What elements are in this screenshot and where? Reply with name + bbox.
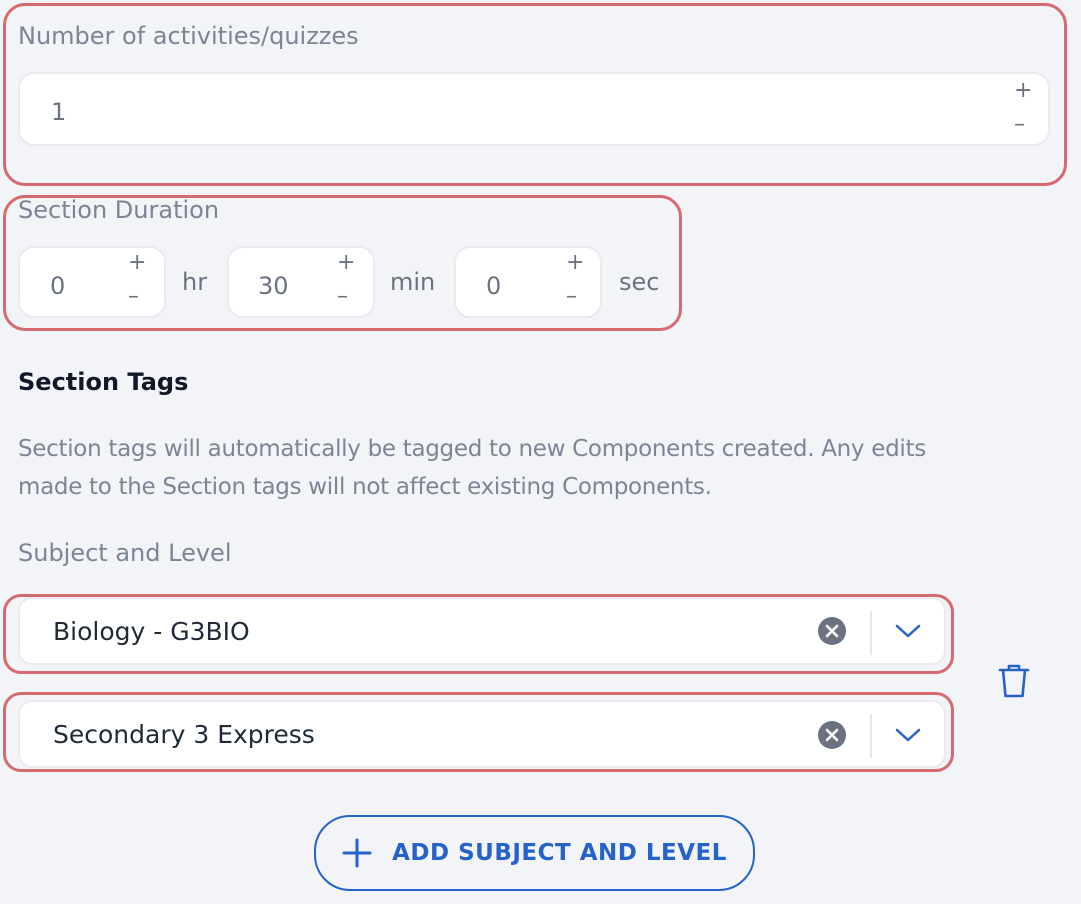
minutes-plus-icon[interactable]: + <box>337 252 355 274</box>
level-value: Secondary 3 Express <box>53 720 315 749</box>
minutes-input[interactable]: 30 + – <box>227 246 375 318</box>
hours-unit: hr <box>182 268 208 296</box>
section-tags-title: Section Tags <box>18 368 189 396</box>
seconds-input[interactable]: 0 + – <box>454 246 602 318</box>
hours-minus-icon[interactable]: – <box>128 286 139 308</box>
subject-select[interactable]: Biology - G3BIO <box>18 597 946 665</box>
hours-value: 0 <box>50 272 66 300</box>
subject-divider <box>870 611 872 655</box>
minutes-value: 30 <box>258 272 289 300</box>
level-chevron-down-icon[interactable] <box>894 725 922 745</box>
level-clear-icon[interactable] <box>818 721 846 749</box>
hours-input[interactable]: 0 + – <box>18 246 166 318</box>
minutes-unit: min <box>390 268 436 296</box>
subject-level-label: Subject and Level <box>18 539 232 567</box>
hours-plus-icon[interactable]: + <box>128 252 146 274</box>
seconds-plus-icon[interactable]: + <box>566 252 584 274</box>
activities-value: 1 <box>51 98 67 126</box>
seconds-value: 0 <box>486 272 502 300</box>
duration-label: Section Duration <box>18 196 220 224</box>
subject-value: Biology - G3BIO <box>53 617 250 646</box>
add-button-label: ADD SUBJECT AND LEVEL <box>392 840 727 866</box>
decrement-minus-icon[interactable]: – <box>1014 114 1025 136</box>
activities-input[interactable]: 1 + – <box>18 72 1050 146</box>
add-subject-level-button[interactable]: ADD SUBJECT AND LEVEL <box>314 815 755 891</box>
section-tags-description-line1: Section tags will automatically be tagge… <box>18 436 926 462</box>
level-divider <box>870 714 872 758</box>
delete-trash-icon[interactable] <box>996 662 1032 700</box>
activities-label: Number of activities/quizzes <box>18 22 359 50</box>
section-tags-description-line2: made to the Section tags will not affect… <box>18 474 712 500</box>
seconds-minus-icon[interactable]: – <box>566 286 577 308</box>
minutes-minus-icon[interactable]: – <box>337 286 348 308</box>
increment-plus-icon[interactable]: + <box>1014 80 1032 102</box>
seconds-unit: sec <box>619 268 660 296</box>
add-plus-icon <box>342 838 372 868</box>
subject-clear-icon[interactable] <box>818 617 846 645</box>
level-select[interactable]: Secondary 3 Express <box>18 700 946 768</box>
subject-chevron-down-icon[interactable] <box>894 621 922 641</box>
